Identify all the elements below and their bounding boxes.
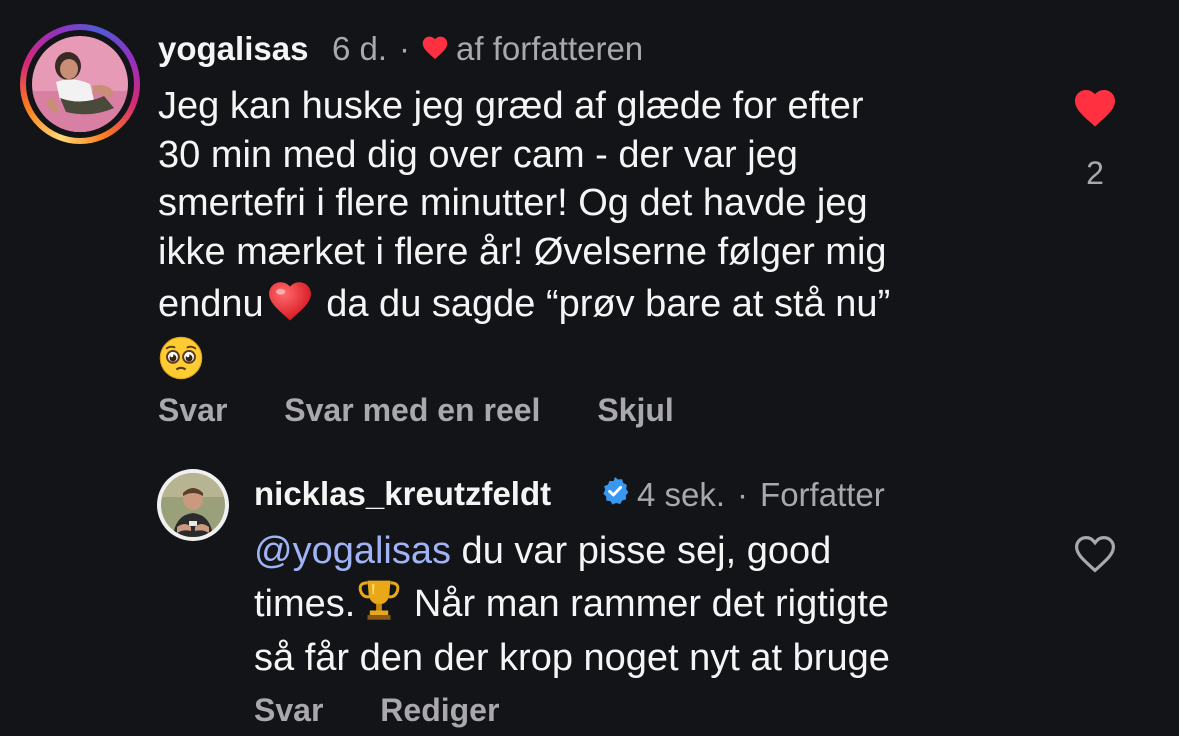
avatar-photo — [161, 473, 225, 537]
comment-text: Jeg kan huske jeg græd af glæde for efte… — [158, 82, 890, 393]
comment-text-line-1: @yogalisas du var pisse sej, good — [254, 527, 890, 576]
like-heart-filled-icon[interactable] — [1060, 84, 1130, 133]
comment-text-fragment: da du sagde “prøv bare at stå nu” — [315, 283, 891, 325]
comment-text-line-5: endnu da du sagde “prøv bare at stå nu” — [158, 276, 890, 335]
meta-separator: · — [399, 30, 411, 67]
avatar-nicklas-kreutzfeldt[interactable] — [157, 469, 229, 541]
comment-thread: yogalisas 6 d. · af forfatteren Jeg kan … — [0, 0, 1179, 736]
reply-button[interactable]: Svar — [254, 692, 323, 728]
comment-text-line-2: times. Når man rammer det rigtigte — [254, 576, 890, 635]
hide-button[interactable]: Skjul — [597, 392, 673, 428]
mention-link[interactable]: @yogalisas — [254, 530, 451, 572]
like-count[interactable]: 2 — [1060, 155, 1130, 192]
comment-time: 6 d. — [332, 30, 388, 67]
trophy-emoji-icon — [355, 576, 403, 635]
avatar-yogalisas[interactable] — [20, 24, 140, 144]
avatar-photo — [32, 36, 128, 132]
meta-separator: · — [737, 476, 749, 513]
author-like-label: af forfatteren — [456, 30, 644, 67]
comment-actions: Svar Rediger — [254, 692, 547, 729]
comment-username[interactable]: yogalisas — [158, 30, 308, 68]
comment-text: @yogalisas du var pisse sej, good times.… — [254, 527, 890, 683]
comment-text-line: smertefri i flere minutter! Og det havde… — [158, 182, 868, 224]
like-column: 2 — [1060, 84, 1130, 192]
red-heart-emoji-icon — [264, 276, 316, 335]
comment-text-fragment: endnu — [158, 283, 264, 325]
liked-by-author-heart-icon — [420, 30, 450, 68]
reply-button[interactable]: Svar — [158, 392, 227, 428]
comment-text-fragment: Når man rammer det rigtigte — [403, 582, 890, 625]
comment-text-line: 30 min med dig over cam - der var jeg — [158, 133, 798, 176]
comment-username[interactable]: nicklas_kreutzfeldt — [254, 475, 551, 513]
comment-text-fragment: du var pisse sej, good — [451, 530, 832, 572]
comment-time: 4 sek. — [637, 476, 726, 513]
comment-meta: 6 d. · af forfatteren — [332, 30, 643, 68]
like-heart-outline-icon[interactable] — [1060, 530, 1130, 579]
comment-actions: Svar Svar med en reel Skjul — [158, 392, 722, 429]
comment-text-line-6 — [158, 335, 890, 394]
edit-button[interactable]: Rediger — [380, 692, 499, 728]
comment-text-line: så får den der krop noget nyt at bruge — [254, 637, 890, 679]
comment-text-fragment: times. — [254, 582, 356, 625]
reply-with-reel-button[interactable]: Svar med en reel — [284, 392, 540, 428]
comment-text-line: Jeg kan huske jeg græd af glæde for efte… — [158, 85, 864, 127]
author-role-label: Forfatter — [760, 476, 885, 513]
pleading-face-emoji-icon — [158, 335, 204, 394]
comment-meta: 4 sek. · Forfatter — [589, 475, 885, 515]
verified-badge-icon — [599, 475, 631, 515]
comment-text-line: ikke mærket i flere år! Øvelserne følger… — [158, 230, 887, 273]
like-column — [1060, 530, 1130, 579]
